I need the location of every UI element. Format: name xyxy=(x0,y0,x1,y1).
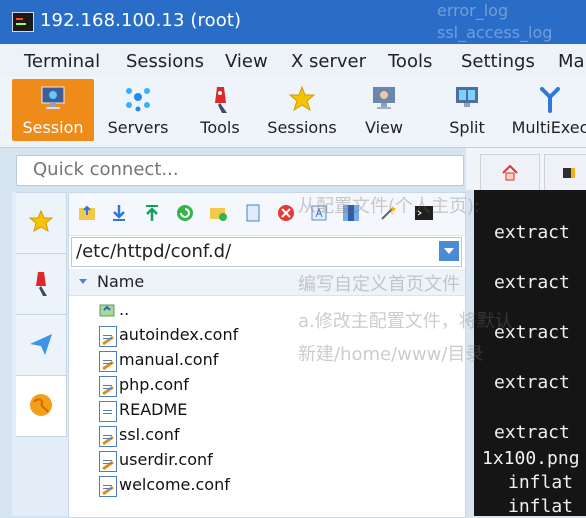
config-file-icon xyxy=(99,376,117,397)
menu-settings[interactable]: Settings xyxy=(461,51,535,72)
file-name: manual.conf xyxy=(119,350,219,369)
text-file-icon xyxy=(99,401,117,422)
quick-connect-bar[interactable] xyxy=(16,155,464,186)
multiexec-button[interactable]: MultiExec xyxy=(509,79,586,141)
terminal-line: extract xyxy=(494,272,570,293)
menu-tools[interactable]: Tools xyxy=(388,51,432,72)
terminal-tabs xyxy=(466,148,586,191)
file-name: php.conf xyxy=(119,375,189,394)
background-file: ssl_access_log xyxy=(437,23,553,42)
config-file-icon xyxy=(99,426,117,447)
file-name: README xyxy=(119,400,188,419)
menu-x-server[interactable]: X server xyxy=(291,51,366,72)
config-file-icon xyxy=(99,451,117,472)
file-name: .. xyxy=(119,300,130,319)
menu-macros[interactable]: Ma xyxy=(558,51,585,72)
star-icon xyxy=(28,209,54,233)
sort-arrow-icon xyxy=(79,279,87,284)
file-row[interactable]: README xyxy=(69,398,465,423)
session-button[interactable]: Session xyxy=(12,79,94,141)
terminal-line: extract xyxy=(494,372,570,393)
background-file: error_log xyxy=(437,1,509,20)
chevron-down-icon[interactable] xyxy=(439,241,459,261)
path-selector[interactable]: /etc/httpd/conf.d/ xyxy=(71,237,462,267)
tab-session[interactable] xyxy=(544,154,586,191)
file-row[interactable]: welcome.conf xyxy=(69,473,465,498)
send-icon xyxy=(30,334,52,355)
file-row[interactable]: ssl.conf xyxy=(69,423,465,448)
sessions-label: Sessions xyxy=(267,118,337,137)
terminal-line: inflat xyxy=(508,496,574,516)
servers-network-icon xyxy=(126,88,150,112)
file-row[interactable]: userdir.conf xyxy=(69,448,465,473)
tools-knife-icon xyxy=(215,87,227,113)
split-button[interactable]: Split xyxy=(426,79,508,141)
star-icon xyxy=(288,85,316,112)
file-name: userdir.conf xyxy=(119,450,213,469)
config-file-icon xyxy=(99,326,117,347)
sidebar-tab-tools[interactable] xyxy=(16,253,67,315)
file-name: autoindex.conf xyxy=(119,325,239,344)
view-user-icon xyxy=(373,87,395,109)
view-label: View xyxy=(365,118,403,137)
multiexec-label: MultiExec xyxy=(511,118,586,137)
upload-icon[interactable] xyxy=(142,203,162,223)
sidebar-tab-sessions[interactable] xyxy=(16,192,67,254)
background-note: a.修改主配置文件，将默认 xyxy=(298,311,513,332)
delete-icon[interactable] xyxy=(276,203,296,223)
menu-sessions[interactable]: Sessions xyxy=(126,51,204,72)
main-toolbar: Session Servers Tools Sessions View Spli… xyxy=(0,77,586,148)
terminal-line: 1x100.png xyxy=(482,448,580,469)
terminal-line: extract xyxy=(494,222,570,243)
session-tab-icon xyxy=(563,168,575,178)
background-note: 从配置文件(个人主页): xyxy=(298,196,481,217)
menu-terminal[interactable]: Terminal xyxy=(24,51,100,72)
parent-directory-icon[interactable] xyxy=(77,203,97,223)
file-row[interactable]: php.conf xyxy=(69,373,465,398)
window-title: 192.168.100.13 (root) xyxy=(40,10,242,31)
globe-icon xyxy=(30,394,52,416)
sidebar-tab-sftp[interactable] xyxy=(16,375,67,437)
terminal-output[interactable]: extract extract extract extract extract … xyxy=(474,190,586,516)
servers-label: Servers xyxy=(107,118,169,137)
refresh-icon[interactable] xyxy=(175,203,195,223)
new-folder-icon[interactable] xyxy=(208,203,228,223)
knife-icon xyxy=(36,272,47,296)
tools-label: Tools xyxy=(200,118,240,137)
column-name-label: Name xyxy=(97,272,145,291)
quick-connect-input[interactable] xyxy=(31,158,455,181)
view-button[interactable]: View xyxy=(343,79,425,141)
config-file-icon xyxy=(99,476,117,497)
terminal-line: inflat xyxy=(508,472,574,493)
session-label: Session xyxy=(22,118,84,137)
sessions-button[interactable]: Sessions xyxy=(261,79,343,141)
file-name: welcome.conf xyxy=(119,475,230,494)
mobaxterm-app-icon xyxy=(12,12,34,32)
new-file-icon[interactable] xyxy=(243,203,263,223)
menu-bar: Terminal Sessions View X server Tools Se… xyxy=(0,44,586,77)
left-sidebar-tabs xyxy=(12,192,70,516)
sidebar-tab-macros[interactable] xyxy=(16,314,67,376)
terminal-line: extract xyxy=(494,422,570,443)
multiexec-fork-icon xyxy=(540,87,560,113)
split-screen-icon xyxy=(456,87,478,107)
background-note: 新建/home/www/目录 xyxy=(298,344,484,365)
tab-home[interactable] xyxy=(480,154,540,191)
current-path: /etc/httpd/conf.d/ xyxy=(76,241,232,262)
monitor-session-icon xyxy=(41,86,65,109)
split-label: Split xyxy=(449,118,485,137)
menu-view[interactable]: View xyxy=(225,51,268,72)
servers-button[interactable]: Servers xyxy=(97,79,179,141)
tools-button[interactable]: Tools xyxy=(179,79,261,141)
parent-folder-icon xyxy=(99,304,115,317)
home-icon xyxy=(502,164,518,181)
config-file-icon xyxy=(99,351,117,372)
background-note: 编写自定义首页文件 xyxy=(298,274,460,295)
file-name: ssl.conf xyxy=(119,425,180,444)
download-icon[interactable] xyxy=(109,203,129,223)
